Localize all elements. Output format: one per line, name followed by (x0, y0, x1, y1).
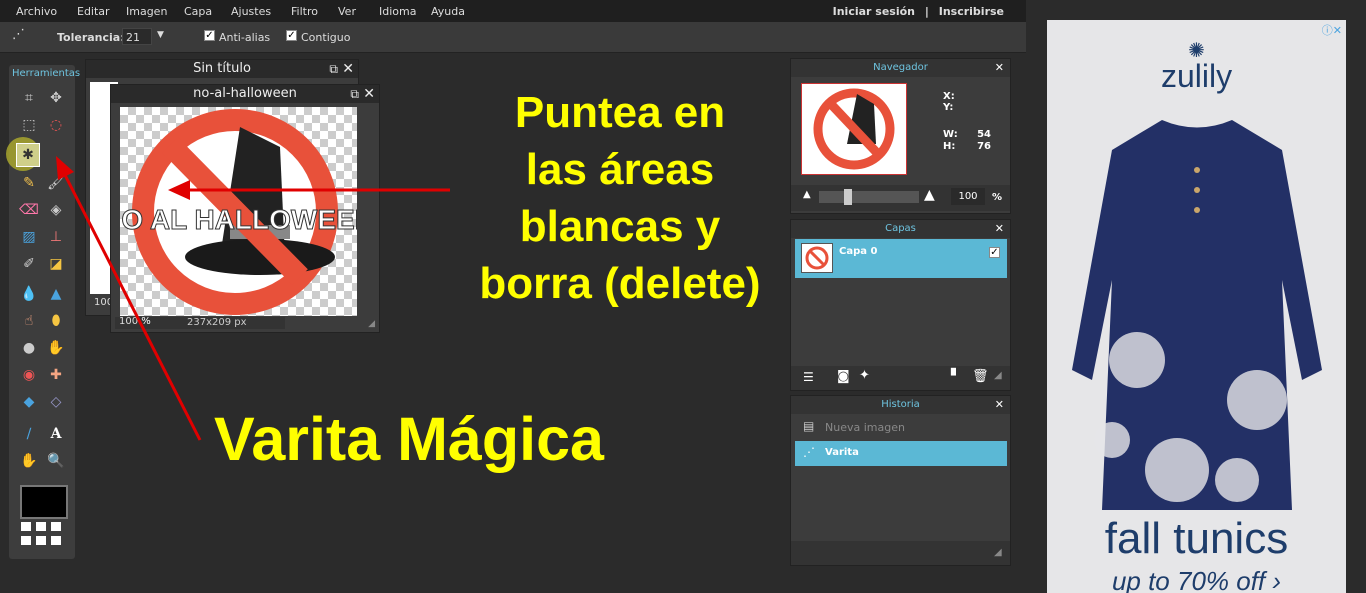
ad-subline: up to 70% off › (1111, 566, 1282, 593)
ad-info-icon[interactable]: ⓘ✕ (1322, 22, 1342, 38)
ad-brand: zulily (1160, 58, 1233, 94)
arrow-to-wand (63, 174, 202, 441)
ad-tunic-image (1072, 120, 1322, 510)
ad-headline: fall tunics (1104, 514, 1289, 563)
ad-logo: ✺ zulily (1047, 38, 1346, 95)
arrow-head (168, 180, 190, 200)
arrow-head (56, 156, 74, 180)
ad-banner[interactable]: ⓘ✕ ✺ zulily fall tunics up to 70% off › (1047, 20, 1346, 593)
